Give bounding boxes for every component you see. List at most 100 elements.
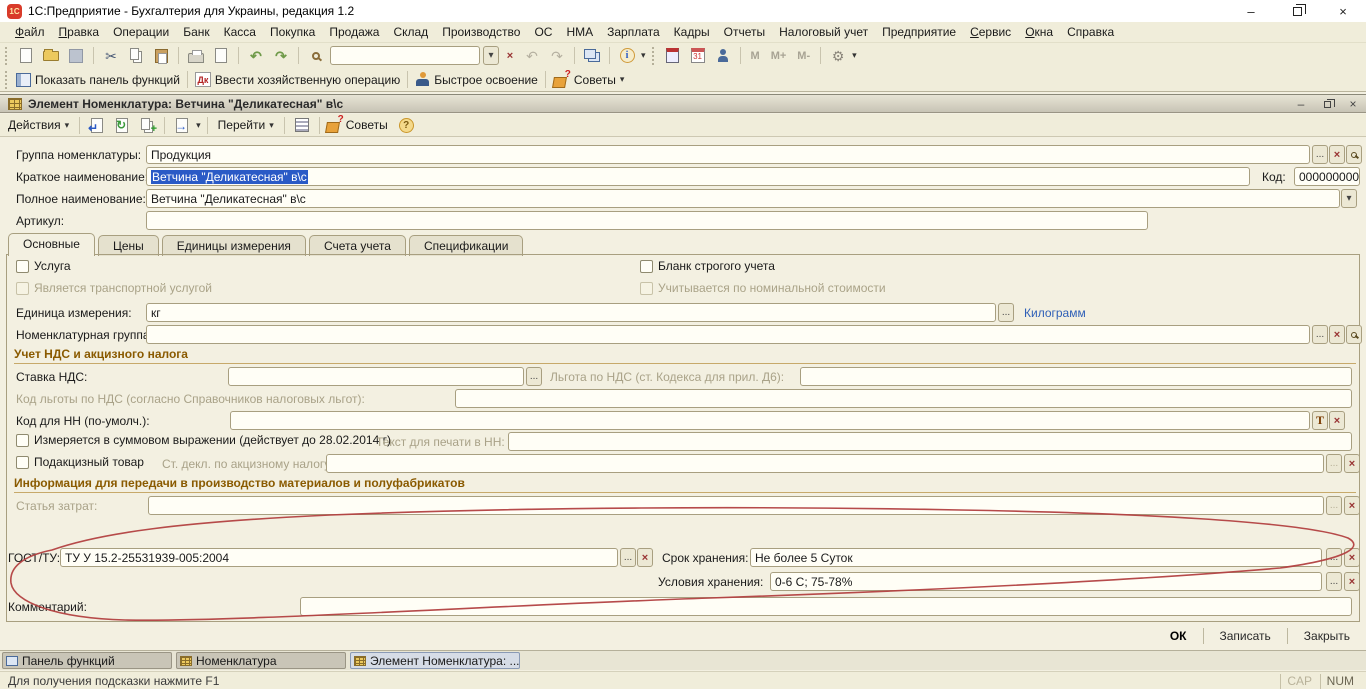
menu-reports[interactable]: Отчеты: [717, 22, 772, 42]
open-related-dropdown[interactable]: ▾: [196, 120, 201, 131]
menu-production[interactable]: Производство: [435, 22, 527, 42]
menu-warehouse[interactable]: Склад: [386, 22, 435, 42]
tips-button[interactable]: Советы: [574, 73, 616, 87]
service-checkbox[interactable]: [16, 260, 29, 273]
article-input[interactable]: [146, 211, 1148, 230]
full-name-input[interactable]: [146, 189, 1340, 208]
tips-dropdown-arrow[interactable]: ▾: [620, 74, 625, 85]
menu-salary[interactable]: Зарплата: [600, 22, 667, 42]
group-clear-button[interactable]: ×: [1329, 145, 1345, 164]
nn-code-input[interactable]: [230, 411, 1310, 430]
excise-checkbox[interactable]: [16, 456, 29, 469]
menu-nma[interactable]: НМА: [559, 22, 600, 42]
shelf-life-ellipsis-button[interactable]: ...: [1326, 548, 1342, 567]
vat-benefit-code-input[interactable]: [455, 389, 1352, 408]
nomgroup-input[interactable]: [146, 325, 1310, 344]
menu-cash[interactable]: Касса: [217, 22, 263, 42]
sum-expression-checkbox[interactable]: [16, 434, 29, 447]
nn-print-input[interactable]: [508, 432, 1352, 451]
storage-ellipsis-button[interactable]: ...: [1326, 572, 1342, 591]
menu-operations[interactable]: Операции: [106, 22, 176, 42]
user-button[interactable]: [712, 45, 734, 66]
menu-enterprise[interactable]: Предприятие: [875, 22, 963, 42]
gost-ellipsis-button[interactable]: ...: [620, 548, 636, 567]
tab-accounts[interactable]: Счета учета: [309, 235, 406, 256]
storage-conditions-input[interactable]: [770, 572, 1322, 591]
menu-sale[interactable]: Продажа: [322, 22, 386, 42]
find-next-button[interactable]: ↷: [546, 45, 568, 66]
close-button[interactable]: ×: [1320, 0, 1366, 22]
gost-input[interactable]: [60, 548, 618, 567]
taskbar-nomenclature-item[interactable]: Элемент Номенклатура: ...\с: [350, 652, 520, 669]
paste-button[interactable]: [150, 45, 172, 66]
calculator-button[interactable]: [662, 45, 684, 66]
info-button[interactable]: i: [616, 45, 638, 66]
print-preview-button[interactable]: [210, 45, 232, 66]
print-button[interactable]: [185, 45, 207, 66]
copy-button[interactable]: [125, 45, 147, 66]
vat-benefit-input[interactable]: [800, 367, 1352, 386]
shelf-life-input[interactable]: [750, 548, 1322, 567]
taskbar-function-panel[interactable]: Панель функций: [2, 652, 172, 669]
shelf-life-clear-button[interactable]: ×: [1344, 548, 1360, 567]
full-name-dropdown-button[interactable]: ▾: [1341, 189, 1357, 208]
group-lookup-button[interactable]: [1346, 145, 1362, 164]
menu-hr[interactable]: Кадры: [667, 22, 717, 42]
actions-menu-button[interactable]: Действия▾: [4, 117, 73, 133]
close-form-button[interactable]: Закрыть: [1296, 628, 1358, 644]
settings-dropdown-arrow[interactable]: ▾: [852, 50, 857, 61]
windows-list-button[interactable]: [581, 45, 603, 66]
copy-item-button[interactable]: +: [136, 115, 158, 136]
menu-windows[interactable]: Окна: [1018, 22, 1060, 42]
show-function-panel-button[interactable]: Показать панель функций: [35, 73, 180, 87]
gost-clear-button[interactable]: ×: [637, 548, 653, 567]
memory-m-minus-button[interactable]: M-: [793, 50, 814, 62]
reread-button[interactable]: ↻: [111, 115, 133, 136]
tab-specifications[interactable]: Спецификации: [409, 235, 523, 256]
redo-button[interactable]: ↷: [270, 45, 292, 66]
nomgroup-ellipsis-button[interactable]: ...: [1312, 325, 1328, 344]
memory-m-plus-button[interactable]: M+: [767, 50, 791, 62]
nomgroup-clear-button[interactable]: ×: [1329, 325, 1345, 344]
menu-tax[interactable]: Налоговый учет: [772, 22, 875, 42]
write-button[interactable]: Записать: [1212, 628, 1279, 644]
menu-edit[interactable]: Правка: [52, 22, 107, 42]
quick-start-button[interactable]: Быстрое освоение: [434, 73, 538, 87]
group-input[interactable]: [146, 145, 1310, 164]
unit-ellipsis-button[interactable]: ...: [998, 303, 1014, 322]
minimize-button[interactable]: –: [1228, 0, 1274, 22]
form-restore-button[interactable]: [1318, 96, 1336, 112]
goto-menu-button[interactable]: Перейти▾: [214, 117, 278, 133]
tab-prices[interactable]: Цены: [98, 235, 159, 256]
form-minimize-button[interactable]: –: [1292, 96, 1310, 112]
cost-item-ellipsis-button[interactable]: ...: [1326, 496, 1342, 515]
cost-item-clear-button[interactable]: ×: [1344, 496, 1360, 515]
help-button[interactable]: ?: [399, 118, 414, 133]
storage-clear-button[interactable]: ×: [1344, 572, 1360, 591]
open-button[interactable]: [40, 45, 62, 66]
settings-wrench-button[interactable]: ⚙: [827, 45, 849, 66]
save-and-close-button[interactable]: ↵: [86, 115, 108, 136]
tab-main[interactable]: Основные: [8, 233, 95, 256]
toolbar-grip[interactable]: [652, 47, 656, 65]
excise-clear-button[interactable]: ×: [1344, 454, 1360, 473]
calendar-button[interactable]: 31: [687, 45, 709, 66]
cost-item-input[interactable]: [148, 496, 1324, 515]
menu-file[interactable]: Файл: [8, 22, 52, 42]
info-dropdown-arrow[interactable]: ▾: [641, 50, 646, 61]
ok-button[interactable]: ОК: [1162, 628, 1195, 644]
short-name-input[interactable]: Ветчина "Деликатесная" в\с: [146, 167, 1250, 186]
find-previous-button[interactable]: ↶: [521, 45, 543, 66]
code-input[interactable]: 00000000000: [1294, 167, 1360, 186]
nn-code-clear-button[interactable]: ×: [1329, 411, 1345, 430]
menu-bank[interactable]: Банк: [176, 22, 216, 42]
search-clear-button[interactable]: ×: [502, 46, 518, 65]
menu-os[interactable]: ОС: [527, 22, 559, 42]
comment-input[interactable]: [300, 597, 1352, 616]
restore-button[interactable]: [1274, 0, 1320, 22]
memory-m-button[interactable]: M: [747, 50, 764, 62]
menu-service[interactable]: Сервис: [963, 22, 1018, 42]
toolbar-grip[interactable]: [5, 71, 9, 89]
excise-ellipsis-button[interactable]: ...: [1326, 454, 1342, 473]
menu-purchase[interactable]: Покупка: [263, 22, 322, 42]
